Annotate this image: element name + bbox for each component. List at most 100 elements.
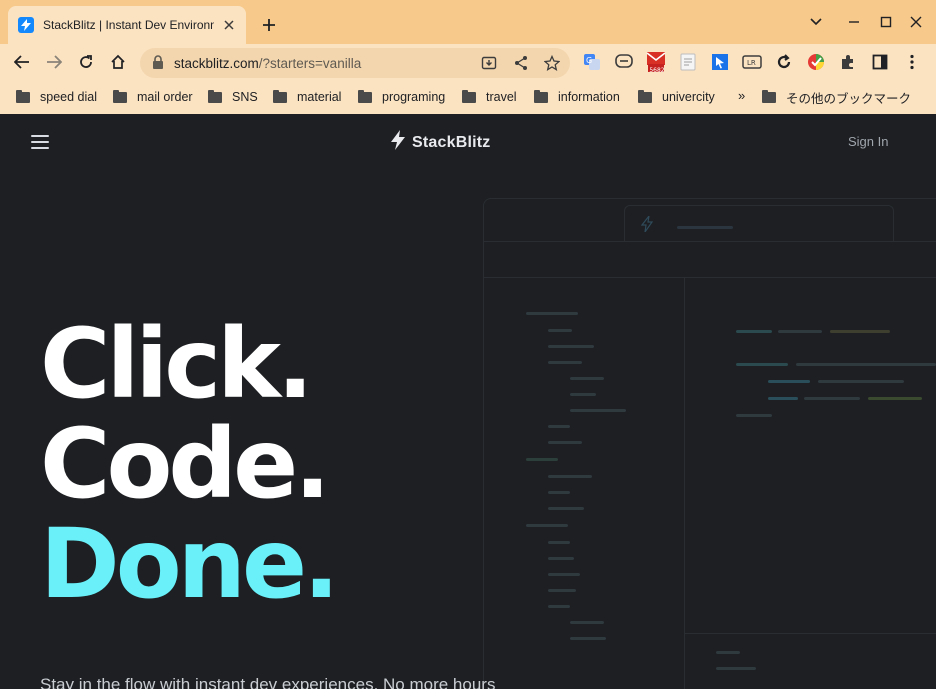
editor-divider <box>484 241 936 242</box>
more-bookmarks-chevron[interactable]: » <box>738 88 745 103</box>
code-line <box>548 589 576 592</box>
code-line <box>768 380 810 383</box>
bookmark-folder-mail-order[interactable]: mail order <box>113 88 193 106</box>
bookmark-star-icon[interactable] <box>543 54 561 72</box>
color-extension-icon[interactable] <box>806 52 826 72</box>
browser-chrome: StackBlitz | Instant Dev Environments <box>0 0 936 114</box>
chat-extension-icon[interactable] <box>614 52 634 72</box>
code-line <box>778 330 822 333</box>
home-icon[interactable] <box>106 50 130 74</box>
sign-in-link[interactable]: Sign In <box>848 134 888 149</box>
close-tab-icon[interactable] <box>222 18 236 32</box>
headline-click: Click. <box>40 308 313 420</box>
code-line <box>736 330 772 333</box>
hero-headline: Click. Code. Done. <box>40 308 340 620</box>
brand-name: StackBlitz <box>412 133 491 151</box>
browser-toolbar: stackblitz.com/?starters=vanilla G 5682 <box>0 44 936 80</box>
code-line <box>570 409 626 412</box>
code-line <box>548 361 582 364</box>
folder-icon <box>208 89 222 103</box>
editor-sidebar-divider <box>684 277 685 689</box>
share-icon[interactable] <box>512 54 530 72</box>
bookmark-label: mail order <box>137 90 193 104</box>
code-line <box>548 557 574 560</box>
browser-tab[interactable]: StackBlitz | Instant Dev Environments <box>8 6 246 44</box>
lock-icon <box>152 55 164 75</box>
sync-extension-icon[interactable] <box>774 52 794 72</box>
tab-search-icon[interactable] <box>806 12 826 32</box>
folder-icon <box>762 89 776 103</box>
bookmark-label: programing <box>382 90 446 104</box>
code-line <box>548 491 570 494</box>
back-arrow-icon[interactable] <box>10 50 34 74</box>
headline-done: Done. <box>40 508 340 620</box>
maximize-icon[interactable] <box>876 12 896 32</box>
tab-title: StackBlitz | Instant Dev Environments <box>43 18 214 32</box>
code-line <box>570 377 604 380</box>
install-app-icon[interactable] <box>480 54 498 72</box>
lr-extension-icon[interactable]: LR <box>742 52 762 72</box>
code-line <box>548 475 592 478</box>
minimize-icon[interactable] <box>844 12 864 32</box>
bookmark-label: speed dial <box>40 90 97 104</box>
reload-icon[interactable] <box>74 50 98 74</box>
stackblitz-logo[interactable]: StackBlitz <box>390 130 490 155</box>
url-path: /?starters=vanilla <box>258 56 362 71</box>
forward-arrow-icon[interactable] <box>42 50 66 74</box>
code-line <box>868 397 922 400</box>
svg-text:G: G <box>586 56 592 65</box>
bookmark-folder-travel[interactable]: travel <box>462 88 517 106</box>
page-extension-icon[interactable] <box>678 52 698 72</box>
tab-strip: StackBlitz | Instant Dev Environments <box>0 0 936 44</box>
url-host: stackblitz.com <box>174 56 259 71</box>
bookmark-folder-other[interactable]: その他のブックマーク <box>762 88 911 106</box>
bookmark-label: その他のブックマーク <box>786 91 912 106</box>
editor-bolt-icon <box>641 216 653 232</box>
bookmark-label: information <box>558 90 620 104</box>
folder-icon <box>462 89 476 103</box>
code-line <box>548 541 570 544</box>
folder-icon <box>273 89 287 103</box>
code-line <box>716 651 740 654</box>
folder-icon <box>638 89 652 103</box>
gmail-unread-badge: 5682 <box>649 67 665 74</box>
cursor-extension-icon[interactable] <box>710 52 730 72</box>
folder-icon <box>16 89 30 103</box>
bookmark-folder-univercity[interactable]: univercity <box>638 88 715 106</box>
bookmark-folder-information[interactable]: information <box>534 88 620 106</box>
code-line <box>796 363 936 366</box>
more-menu-icon[interactable] <box>902 52 922 72</box>
editor-tab-outline <box>624 205 894 241</box>
code-line <box>736 363 788 366</box>
bookmark-folder-programing[interactable]: programing <box>358 88 445 106</box>
code-line <box>768 397 798 400</box>
hamburger-menu-icon[interactable] <box>31 135 49 149</box>
bookmark-folder-material[interactable]: material <box>273 88 341 106</box>
bookmark-label: travel <box>486 90 517 104</box>
bookmark-folder-sns[interactable]: SNS <box>208 88 258 106</box>
puzzle-extensions-icon[interactable] <box>838 52 858 72</box>
code-line <box>548 425 570 428</box>
folder-icon <box>113 89 127 103</box>
code-line <box>548 345 594 348</box>
close-window-icon[interactable] <box>906 12 926 32</box>
side-panel-icon[interactable] <box>870 52 890 72</box>
lightning-bolt-icon <box>390 130 406 155</box>
headline-code: Code. <box>40 408 331 520</box>
bookmark-label: material <box>297 90 342 104</box>
bookmark-folder-speed-dial[interactable]: speed dial <box>16 88 97 106</box>
code-line <box>570 637 606 640</box>
new-tab-button[interactable] <box>258 14 280 36</box>
translate-extension-icon[interactable]: G <box>582 52 602 72</box>
code-line <box>548 329 572 332</box>
bookmarks-bar: speed dial mail order SNS material progr… <box>0 80 936 114</box>
code-line <box>548 573 580 576</box>
code-line <box>716 667 756 670</box>
address-bar[interactable]: stackblitz.com/?starters=vanilla <box>140 48 570 78</box>
folder-icon <box>534 89 548 103</box>
bookmark-label: univercity <box>662 90 715 104</box>
editor-tab-label-line <box>677 226 733 229</box>
svg-text:LR: LR <box>747 59 756 67</box>
folder-icon <box>358 89 372 103</box>
code-line <box>548 507 584 510</box>
